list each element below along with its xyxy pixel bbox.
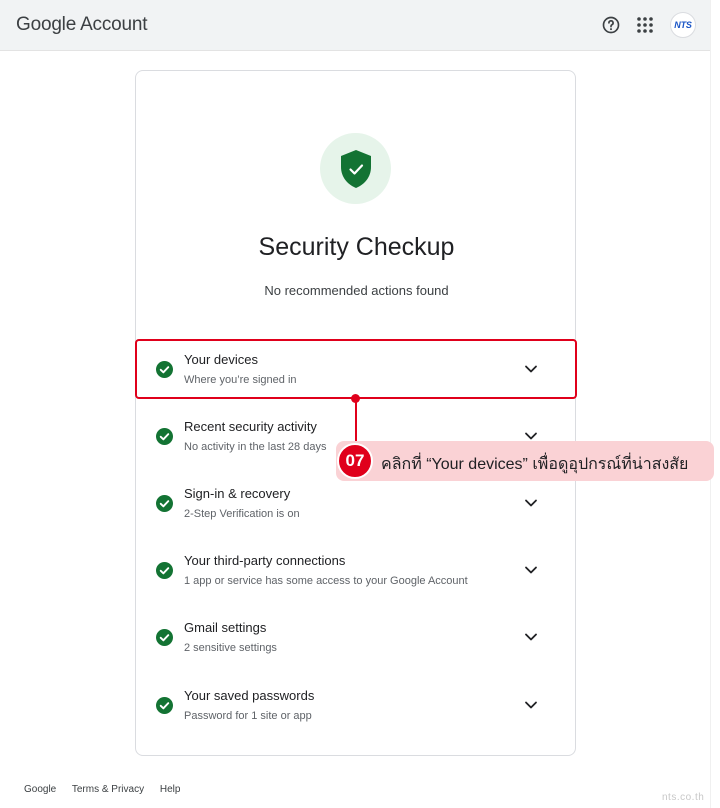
watermark: nts.co.th xyxy=(662,792,705,803)
checkup-item-sign-in-recovery[interactable]: Sign-in & recovery 2-Step Verification i… xyxy=(136,475,577,533)
green-check-icon xyxy=(156,428,173,445)
chevron-down-icon[interactable] xyxy=(523,361,539,377)
step-number-badge: 07 xyxy=(337,443,373,479)
checkup-item-your-devices[interactable]: Your devices Where you’re signed in xyxy=(136,341,577,399)
callout-anchor-dot xyxy=(351,394,360,403)
brand-account: Account xyxy=(80,14,148,35)
chevron-down-icon[interactable] xyxy=(523,629,539,645)
footer-link-help[interactable]: Help xyxy=(160,784,181,795)
callout-text: คลิกที่ “Your devices” เพื่อดูอุปกรณ์ที่… xyxy=(381,456,689,473)
item-subtitle: No activity in the last 28 days xyxy=(184,441,327,453)
help-icon[interactable] xyxy=(600,14,622,36)
checkup-item-saved-passwords[interactable]: Your saved passwords Password for 1 site… xyxy=(136,677,577,735)
callout-connector xyxy=(355,398,357,444)
shield-badge xyxy=(320,133,391,204)
footer-link-google[interactable]: Google xyxy=(24,784,56,795)
page-footer: Google Terms & Privacy Help xyxy=(24,784,193,795)
chevron-down-icon[interactable] xyxy=(523,562,539,578)
item-subtitle: 1 app or service has some access to your… xyxy=(184,575,468,587)
item-title: Sign-in & recovery xyxy=(184,486,291,501)
account-avatar[interactable]: NTS xyxy=(670,12,696,38)
google-account-logo[interactable]: Google Account xyxy=(16,14,148,36)
item-subtitle: Password for 1 site or app xyxy=(184,710,312,722)
page-scrollbar[interactable] xyxy=(710,0,720,808)
app-header: Google Account NTS xyxy=(0,0,710,51)
page-title: Security Checkup xyxy=(258,233,455,261)
item-title: Your third-party connections xyxy=(184,553,346,568)
item-subtitle: 2-Step Verification is on xyxy=(184,508,300,520)
green-check-icon xyxy=(156,495,173,512)
item-subtitle: Where you’re signed in xyxy=(184,374,297,386)
checkup-item-gmail-settings[interactable]: Gmail settings 2 sensitive settings xyxy=(136,609,577,667)
brand-google: Google xyxy=(16,14,77,35)
green-check-icon xyxy=(156,629,173,646)
apps-grid-icon[interactable] xyxy=(634,14,656,36)
footer-link-terms-privacy[interactable]: Terms & Privacy xyxy=(72,784,144,795)
item-title: Your devices xyxy=(184,352,258,367)
chevron-down-icon[interactable] xyxy=(523,697,539,713)
page-subtitle: No recommended actions found xyxy=(264,283,449,298)
item-title: Gmail settings xyxy=(184,620,267,635)
item-title: Your saved passwords xyxy=(184,688,315,703)
item-title: Recent security activity xyxy=(184,419,317,434)
instruction-callout: 07 คลิกที่ “Your devices” เพื่อดูอุปกรณ์… xyxy=(336,441,714,481)
shield-check-icon xyxy=(340,149,371,188)
green-check-icon xyxy=(156,361,173,378)
green-check-icon xyxy=(156,562,173,579)
green-check-icon xyxy=(156,697,173,714)
item-subtitle: 2 sensitive settings xyxy=(184,642,277,654)
checkup-item-third-party-connections[interactable]: Your third-party connections 1 app or se… xyxy=(136,542,577,600)
chevron-down-icon[interactable] xyxy=(523,495,539,511)
